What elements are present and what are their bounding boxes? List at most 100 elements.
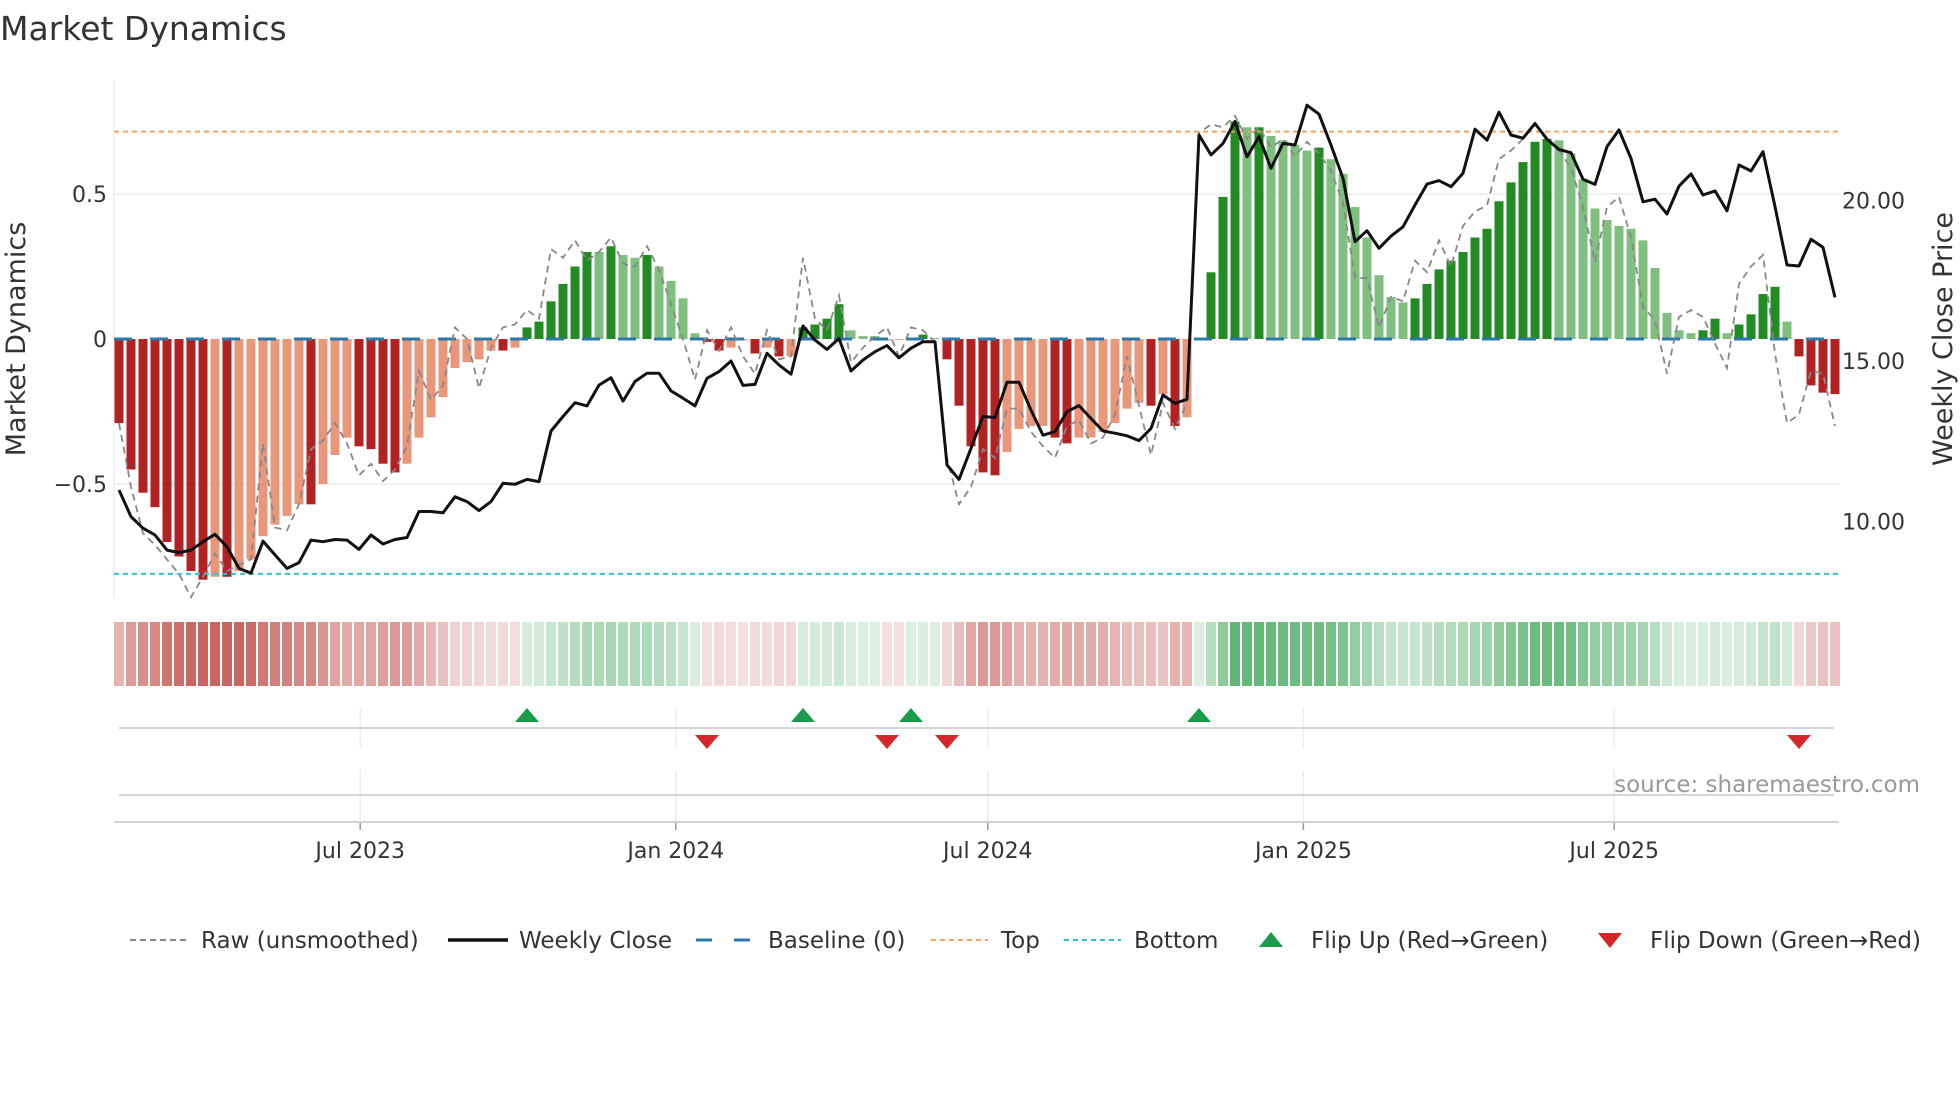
strip-cell — [1434, 622, 1444, 686]
bar-positive — [1398, 302, 1408, 339]
strip-cell — [1446, 622, 1456, 686]
strip-cell — [690, 622, 700, 686]
bar-positive — [1326, 159, 1336, 339]
bar-positive — [1494, 201, 1504, 339]
strip-cell — [1590, 622, 1600, 686]
strip-cell — [402, 622, 412, 686]
strip-cell — [1734, 622, 1744, 686]
bar-negative — [186, 339, 196, 571]
flip-down-marker — [875, 735, 899, 749]
bar-positive — [582, 252, 592, 339]
bar-negative — [366, 339, 376, 450]
bar-negative — [162, 339, 172, 542]
strip-cell — [1134, 622, 1144, 686]
strip-cell — [1638, 622, 1648, 686]
bar-positive — [1566, 153, 1576, 339]
strip-cell — [414, 622, 424, 686]
strip-cell — [1266, 622, 1276, 686]
strip-cell — [378, 622, 388, 686]
strip-cell — [1338, 622, 1348, 686]
bar-positive — [1374, 275, 1384, 339]
strip-cell — [1350, 622, 1360, 686]
bar-positive — [1218, 196, 1228, 339]
strip-cell — [474, 622, 484, 686]
bar-negative — [498, 339, 508, 351]
bar-negative — [342, 339, 352, 438]
flip-up-marker — [899, 708, 923, 722]
bar-negative — [174, 339, 184, 557]
bar-positive — [1638, 240, 1648, 339]
strip-cell — [1506, 622, 1516, 686]
bar-positive — [1314, 147, 1324, 339]
strip-cell — [1278, 622, 1288, 686]
bar-positive — [606, 246, 616, 339]
strip-cell — [1530, 622, 1540, 686]
raw-line — [118, 114, 1836, 599]
bar-positive — [1590, 208, 1600, 339]
strip-cell — [1170, 622, 1180, 686]
bar-positive — [1242, 127, 1252, 339]
strip-cell — [510, 622, 520, 686]
bar-negative — [390, 339, 400, 473]
strip-cell — [1254, 622, 1264, 686]
bar-negative — [126, 339, 136, 470]
x-tick-label: Jul 2023 — [313, 839, 405, 864]
bar-positive — [1650, 267, 1660, 339]
strip-cell — [1770, 622, 1780, 686]
strip-cell — [1482, 622, 1492, 686]
bar-positive — [558, 283, 568, 339]
bar-positive — [1254, 127, 1264, 339]
strip-cell — [330, 622, 340, 686]
strip-cell — [582, 622, 592, 686]
bar-positive — [1446, 260, 1456, 339]
strip-cell — [1206, 622, 1216, 686]
bar-positive — [1530, 141, 1540, 339]
bar-positive — [1734, 324, 1744, 339]
legend-label: Flip Down (Green→Red) — [1650, 928, 1921, 954]
strip-cell — [954, 622, 964, 686]
source-label: source: sharemaestro.com — [1614, 772, 1920, 798]
bar-positive — [1290, 144, 1300, 339]
strip-cell — [462, 622, 472, 686]
strip-cell — [246, 622, 256, 686]
y2-tick-label: 10.00 — [1842, 511, 1905, 536]
strip-cell — [1314, 622, 1324, 686]
bar-positive — [678, 298, 688, 339]
strip-cell — [258, 622, 268, 686]
bar-positive — [594, 252, 604, 339]
bar-negative — [114, 339, 124, 424]
strip-cell — [1614, 622, 1624, 686]
strip-cell — [438, 622, 448, 686]
strip-cell — [1182, 622, 1192, 686]
x-tick-label: Jul 2024 — [941, 839, 1033, 864]
bar-negative — [294, 339, 304, 505]
y-tick-label: 0.5 — [72, 183, 107, 208]
flip-panel: Jul 2023 Jan 2024 Jul 2024 Jan 2025 Jul 2025 — [114, 708, 1839, 864]
bar-negative — [1170, 339, 1180, 426]
legend-label: Weekly Close — [519, 928, 672, 954]
strip-cell — [834, 622, 844, 686]
bar-positive — [618, 254, 628, 339]
bar-positive — [858, 336, 868, 339]
strip-cell — [342, 622, 352, 686]
legend-swatch-flip-up-icon — [1259, 932, 1283, 947]
strip-cell — [726, 622, 736, 686]
strip-cell — [1746, 622, 1756, 686]
strip-cell — [1662, 622, 1672, 686]
bar-negative — [282, 339, 292, 516]
strip-cell — [546, 622, 556, 686]
bar-negative — [750, 339, 760, 354]
strip-cell — [966, 622, 976, 686]
bar-positive — [1410, 298, 1420, 339]
legend: Raw (unsmoothed) Weekly Close Baseline (0)… — [130, 928, 1921, 954]
bar-negative — [1146, 339, 1156, 406]
legend-item-flip_up: Flip Up (Red→Green) — [1259, 928, 1548, 954]
strip-cell — [1398, 622, 1408, 686]
strip-cell — [1650, 622, 1660, 686]
bar-positive — [1770, 286, 1780, 339]
strip-cell — [702, 622, 712, 686]
bar-positive — [1518, 162, 1528, 339]
bar-negative — [1110, 339, 1120, 424]
strip-cell — [1686, 622, 1696, 686]
bar-negative — [426, 339, 436, 418]
